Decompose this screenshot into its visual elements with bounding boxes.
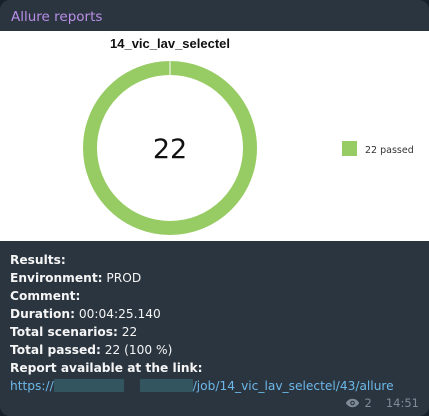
chart-title: 14_vic_lav_selectel — [110, 36, 230, 51]
report-link[interactable]: https:///job/14_vic_lav_selectel/43/allu… — [10, 377, 419, 395]
view-count: 2 — [364, 396, 372, 410]
message-text: Results: Environment: PROD Comment: Dura… — [10, 251, 419, 395]
results-line: Results: — [10, 253, 66, 267]
passed-line: Total passed: 22 (100 %) — [10, 343, 173, 357]
eye-icon — [345, 398, 360, 408]
legend-label: 22 passed — [365, 145, 414, 156]
sender-name[interactable]: Allure reports — [11, 9, 102, 25]
comment-line: Comment: — [10, 289, 81, 303]
duration-line: Duration: 00:04:25.140 — [10, 307, 161, 321]
scenarios-line: Total scenarios: 22 — [10, 325, 138, 339]
message-bubble: Allure reports 14_vic_lav_selectel 22 22… — [0, 0, 429, 416]
message-time: 14:51 — [385, 396, 419, 410]
donut-chart: 14_vic_lav_selectel 22 22 passed — [83, 36, 414, 235]
legend-swatch — [342, 141, 357, 156]
report-image[interactable]: 14_vic_lav_selectel 22 22 passed — [0, 31, 429, 241]
redacted-host — [139, 379, 193, 392]
environment-line: Environment: PROD — [10, 271, 142, 285]
report-link-label: Report available at the link: — [10, 361, 203, 375]
redacted-host — [53, 379, 124, 392]
center-value: 22 — [153, 134, 187, 165]
message-meta: 2 14:51 — [345, 396, 419, 410]
